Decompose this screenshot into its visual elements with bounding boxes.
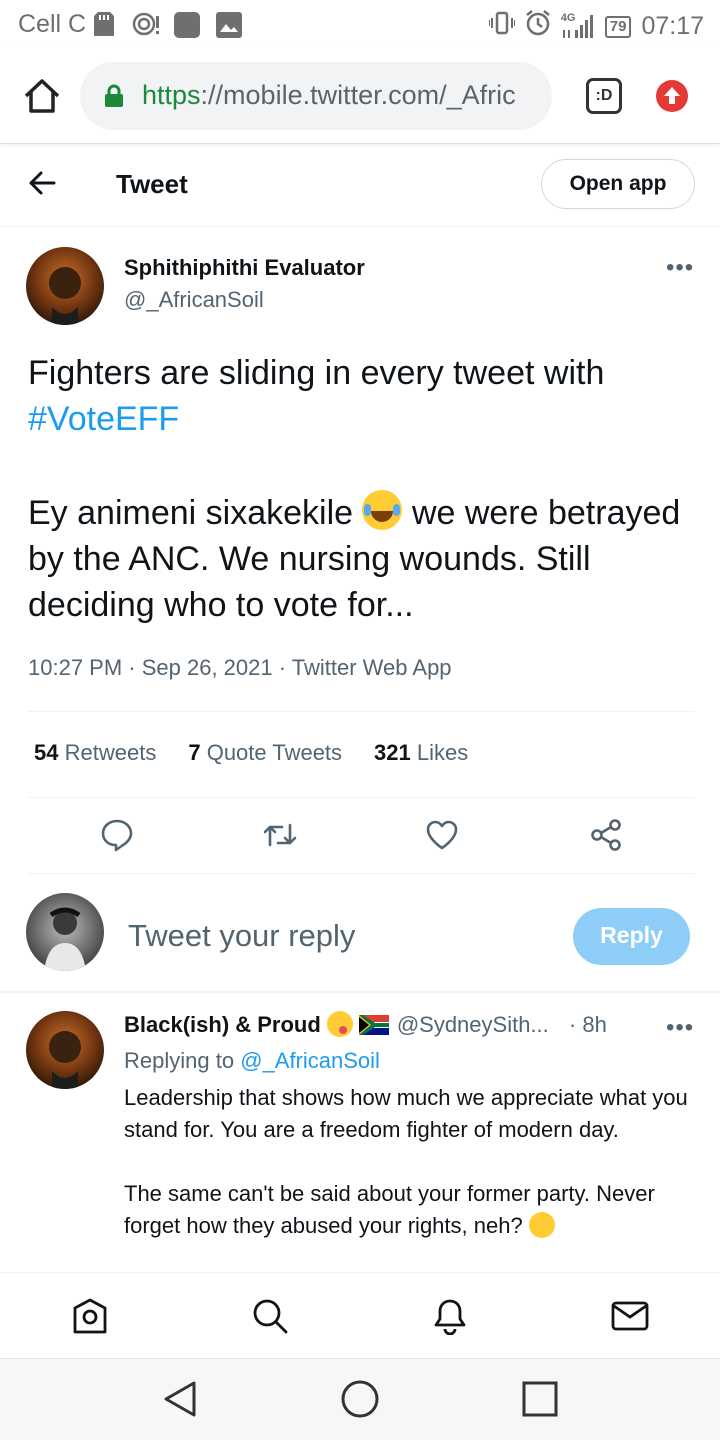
tears-of-joy-emoji-icon	[362, 490, 403, 530]
hashtag-link[interactable]: #VoteEFF	[28, 396, 698, 442]
system-nav-bar	[0, 1358, 720, 1440]
vibrate-icon	[487, 11, 516, 42]
page-header: Tweet Open app	[0, 145, 720, 227]
retweets-stat[interactable]: 54 Retweets	[34, 740, 156, 766]
browser-toolbar: https://mobile.twitter.com/_Afric :D	[0, 48, 720, 144]
back-arrow-icon[interactable]	[26, 167, 58, 204]
status-bar: Cell C 4G 79 07:17	[0, 0, 720, 48]
tweet-text-paragraph2: Ey animeni sixakekile we were betrayed b…	[28, 490, 698, 628]
current-user-avatar[interactable]	[26, 893, 104, 971]
hotspot-icon	[132, 12, 160, 41]
status-right: 4G 79 07:17	[487, 10, 704, 43]
search-icon[interactable]	[251, 1297, 289, 1335]
pensive-emoji-icon	[528, 1212, 555, 1238]
section-divider	[0, 991, 720, 993]
address-bar[interactable]: https://mobile.twitter.com/_Afric	[80, 62, 552, 130]
app-notification-icon	[174, 12, 200, 43]
lock-icon	[104, 84, 124, 113]
divider	[28, 873, 694, 874]
divider	[28, 711, 694, 712]
share-icon[interactable]	[589, 818, 623, 852]
author-handle[interactable]: @_AfricanSoil	[124, 287, 264, 313]
browser-home-icon[interactable]	[22, 76, 62, 116]
tweet-text: Fighters are sliding in every tweet with…	[28, 350, 698, 628]
replying-to: Replying to @_AfricanSoil	[124, 1048, 380, 1073]
winking-tongue-emoji-icon	[326, 1011, 353, 1037]
tweet-stats: 54 Retweets 7 Quote Tweets 321 Likes	[34, 740, 468, 766]
reply-time[interactable]: · 8h	[569, 1012, 607, 1037]
carrier-label: Cell C	[18, 10, 87, 38]
signal-icon: 4G	[561, 12, 595, 40]
like-icon[interactable]	[425, 818, 459, 852]
gallery-icon	[216, 12, 242, 43]
reply-author-handle[interactable]: @SydneySith...	[397, 1012, 549, 1037]
update-icon[interactable]	[656, 80, 688, 112]
divider	[28, 797, 694, 798]
author-avatar[interactable]	[26, 247, 104, 325]
messages-icon[interactable]	[611, 1297, 649, 1335]
back-icon[interactable]	[160, 1379, 200, 1419]
replying-to-link[interactable]: @_AfricanSoil	[240, 1048, 380, 1073]
alarm-icon	[525, 10, 551, 43]
reply-text: Leadership that shows how much we apprec…	[124, 1085, 688, 1238]
home-icon[interactable]	[71, 1297, 109, 1335]
notifications-icon[interactable]	[431, 1297, 469, 1336]
bottom-nav	[0, 1272, 720, 1358]
home-circle-icon[interactable]	[340, 1379, 380, 1419]
quotes-stat[interactable]: 7 Quote Tweets	[188, 740, 342, 766]
reply-icon[interactable]	[100, 818, 134, 852]
author-name[interactable]: Sphithiphithi Evaluator	[124, 255, 365, 281]
likes-stat[interactable]: 321 Likes	[374, 740, 468, 766]
more-options-icon[interactable]: •••	[666, 254, 694, 282]
url-text: https://mobile.twitter.com/_Afric	[142, 80, 516, 110]
open-app-button[interactable]: Open app	[541, 159, 695, 209]
south-africa-flag-icon	[358, 1015, 389, 1035]
sd-card-icon	[94, 12, 114, 41]
page-title: Tweet	[116, 169, 188, 199]
reply-more-options-icon[interactable]: •••	[666, 1014, 694, 1042]
battery-indicator: 79	[604, 15, 632, 38]
reply-author-avatar[interactable]	[26, 1011, 104, 1089]
retweet-icon[interactable]	[262, 818, 297, 852]
recents-icon[interactable]	[520, 1379, 560, 1419]
clock: 07:17	[641, 12, 704, 40]
reply-author-name[interactable]: Black(ish) & Proud	[124, 1012, 321, 1037]
reply-input[interactable]: Tweet your reply	[128, 918, 355, 954]
reply-header: Black(ish) & Proud @SydneySith... · 8h	[124, 1011, 607, 1038]
tweet-text-line1: Fighters are sliding in every tweet with	[28, 354, 605, 392]
reply-button[interactable]: Reply	[573, 908, 690, 965]
tweet-timestamp[interactable]: 10:27 PM · Sep 26, 2021 · Twitter Web Ap…	[28, 655, 452, 681]
tabs-button[interactable]: :D	[586, 78, 622, 114]
